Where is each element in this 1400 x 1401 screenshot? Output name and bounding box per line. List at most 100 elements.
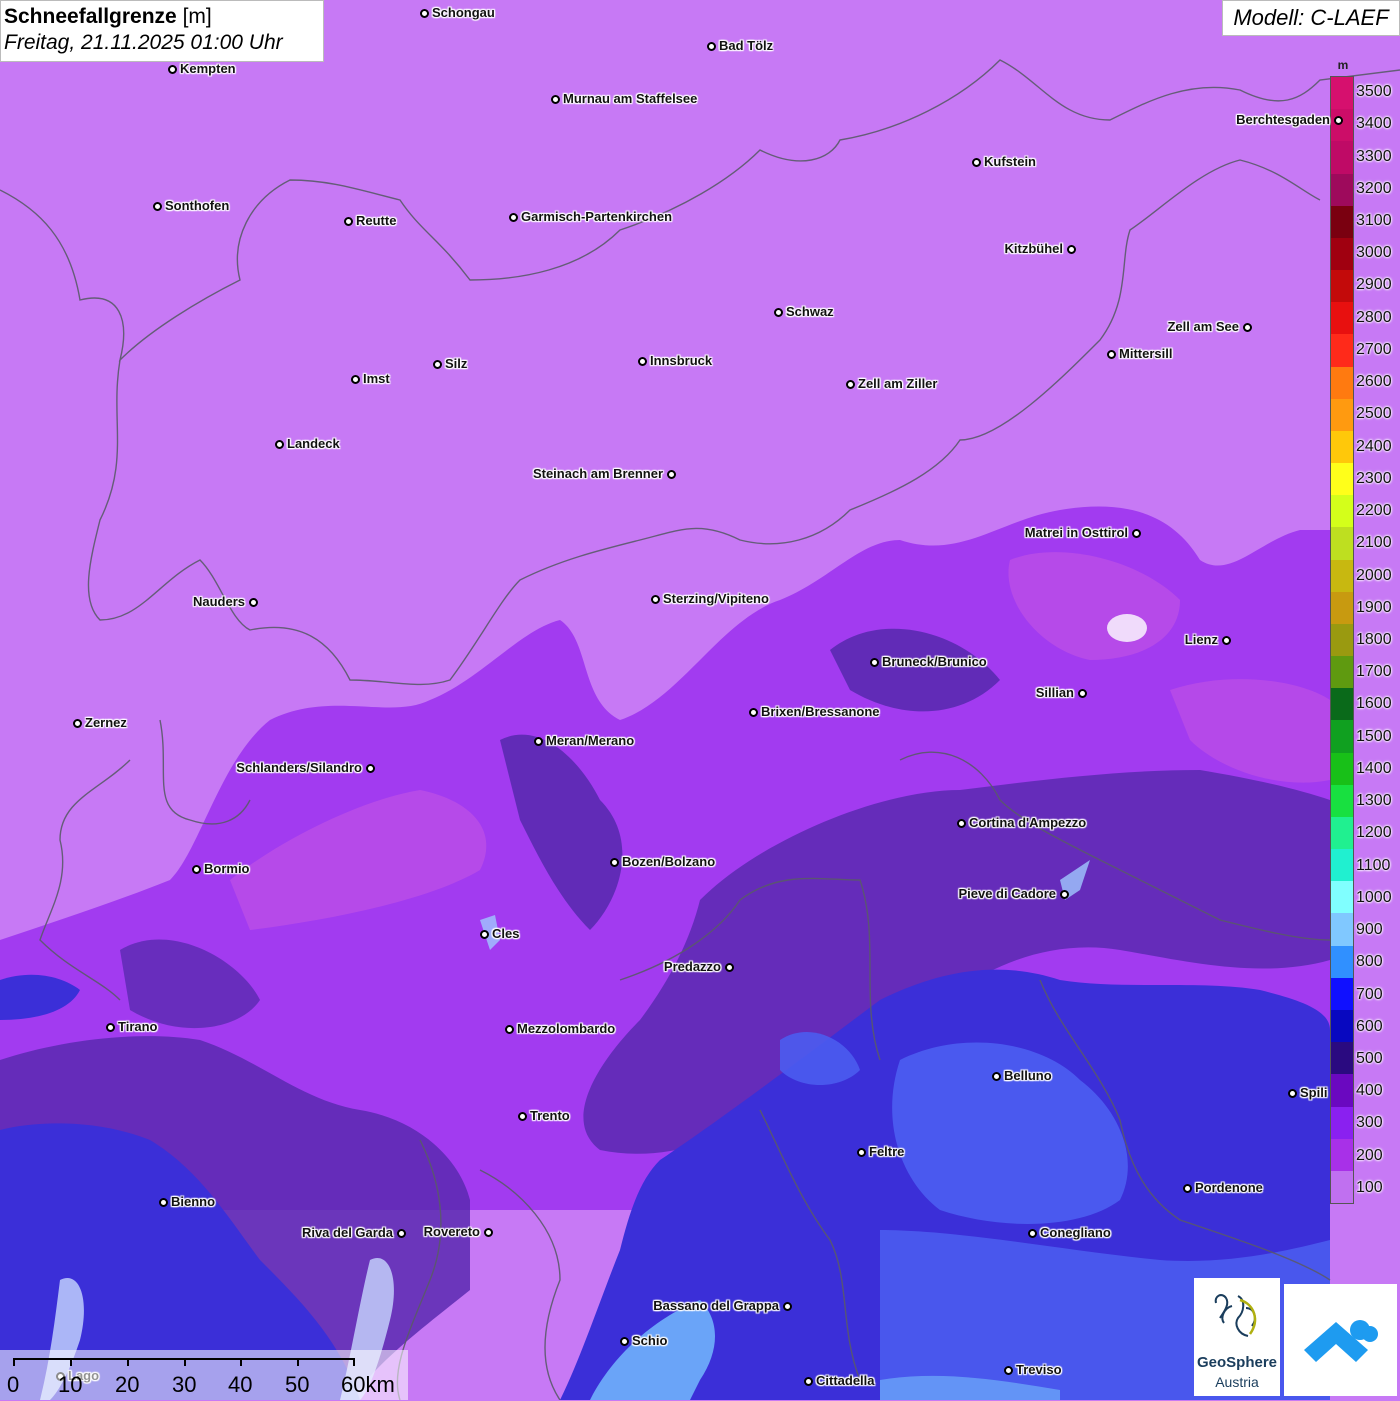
city-label[interactable]: Rovereto [424,1225,480,1239]
city-marker[interactable] [609,857,619,867]
city-marker[interactable] [350,374,360,384]
city-marker[interactable] [1242,322,1252,332]
city-marker[interactable] [1131,528,1141,538]
city-label[interactable]: Mezzolombardo [517,1022,615,1036]
city-label[interactable]: Kitzbühel [1005,242,1064,256]
city-label[interactable]: Spili [1300,1086,1327,1100]
city-marker[interactable] [956,818,966,828]
city-label[interactable]: Tirano [118,1020,158,1034]
city-marker[interactable] [724,962,734,972]
city-marker[interactable] [991,1071,1001,1081]
city-marker[interactable] [152,201,162,211]
geosphere-logo[interactable]: GeoSphere Austria [1194,1278,1280,1396]
city-label[interactable]: Berchtesgaden [1236,113,1330,127]
city-label[interactable]: Belluno [1004,1069,1052,1083]
city-label[interactable]: Schwaz [786,305,834,319]
city-label[interactable]: Bruneck/Brunico [882,655,987,669]
city-label[interactable]: Schio [632,1334,667,1348]
city-marker[interactable] [773,307,783,317]
city-label[interactable]: Sillian [1036,686,1074,700]
city-label[interactable]: Feltre [869,1145,904,1159]
city-label[interactable]: Lienz [1185,633,1218,647]
city-marker[interactable] [1106,349,1116,359]
city-label[interactable]: Mittersill [1119,347,1172,361]
city-label[interactable]: Schlanders/Silandro [236,761,362,775]
city-label[interactable]: Cles [492,927,519,941]
city-marker[interactable] [1221,635,1231,645]
city-marker[interactable] [650,594,660,604]
city-label[interactable]: Bad Tölz [719,39,773,53]
city-label[interactable]: Schongau [432,6,495,20]
city-marker[interactable] [1066,244,1076,254]
city-marker[interactable] [803,1376,813,1386]
city-marker[interactable] [105,1022,115,1032]
city-label[interactable]: Landeck [287,437,340,451]
city-label[interactable]: Pieve di Cadore [958,887,1056,901]
city-marker[interactable] [782,1301,792,1311]
city-label[interactable]: Meran/Merano [546,734,634,748]
city-label[interactable]: Imst [363,372,390,386]
city-marker[interactable] [504,1024,514,1034]
city-label[interactable]: Sterzing/Vipiteno [663,592,769,606]
city-label[interactable]: Zernez [85,716,127,730]
city-marker[interactable] [508,212,518,222]
city-label[interactable]: Nauders [193,595,245,609]
city-label[interactable]: Riva del Garda [302,1226,393,1240]
city-marker[interactable] [158,1197,168,1207]
city-marker[interactable] [479,929,489,939]
city-marker[interactable] [533,736,543,746]
city-label[interactable]: Cittadella [816,1374,875,1388]
city-marker[interactable] [274,439,284,449]
city-label[interactable]: Kempten [180,62,236,76]
city-label[interactable]: Cortina d'Ampezzo [969,816,1086,830]
city-label[interactable]: Trento [530,1109,570,1123]
city-marker[interactable] [869,657,879,667]
city-marker[interactable] [167,64,177,74]
city-marker[interactable] [365,763,375,773]
city-label[interactable]: Matrei in Osttirol [1025,526,1128,540]
city-marker[interactable] [191,864,201,874]
city-label[interactable]: Brixen/Bressanone [761,705,880,719]
partner-logo[interactable] [1284,1284,1397,1396]
city-marker[interactable] [1003,1365,1013,1375]
city-marker[interactable] [666,469,676,479]
city-label[interactable]: Bormio [204,862,250,876]
city-label[interactable]: Silz [445,357,467,371]
city-marker[interactable] [419,8,429,18]
city-marker[interactable] [637,356,647,366]
city-marker[interactable] [517,1111,527,1121]
city-marker[interactable] [1059,889,1069,899]
city-marker[interactable] [550,94,560,104]
city-label[interactable]: Steinach am Brenner [533,467,663,481]
city-marker[interactable] [432,359,442,369]
city-label[interactable]: Sonthofen [165,199,229,213]
city-marker[interactable] [1287,1088,1297,1098]
city-label[interactable]: Predazzo [664,960,721,974]
city-label[interactable]: Zell am See [1167,320,1239,334]
city-label[interactable]: Zell am Ziller [858,377,937,391]
city-label[interactable]: Murnau am Staffelsee [563,92,697,106]
city-marker[interactable] [483,1227,493,1237]
city-label[interactable]: Innsbruck [650,354,712,368]
city-marker[interactable] [1182,1183,1192,1193]
city-marker[interactable] [856,1147,866,1157]
city-marker[interactable] [706,41,716,51]
city-marker[interactable] [1333,115,1343,125]
city-marker[interactable] [619,1336,629,1346]
city-label[interactable]: Conegliano [1040,1226,1111,1240]
city-marker[interactable] [248,597,258,607]
city-marker[interactable] [72,718,82,728]
city-marker[interactable] [1027,1228,1037,1238]
city-marker[interactable] [396,1228,406,1238]
city-label[interactable]: Treviso [1016,1363,1062,1377]
city-label[interactable]: Pordenone [1195,1181,1263,1195]
city-marker[interactable] [1077,688,1087,698]
city-label[interactable]: Garmisch-Partenkirchen [521,210,672,224]
city-label[interactable]: Kufstein [984,155,1036,169]
city-label[interactable]: Reutte [356,214,396,228]
city-label[interactable]: Bozen/Bolzano [622,855,715,869]
city-marker[interactable] [845,379,855,389]
city-label[interactable]: Bienno [171,1195,215,1209]
city-label[interactable]: Bassano del Grappa [653,1299,779,1313]
city-marker[interactable] [971,157,981,167]
